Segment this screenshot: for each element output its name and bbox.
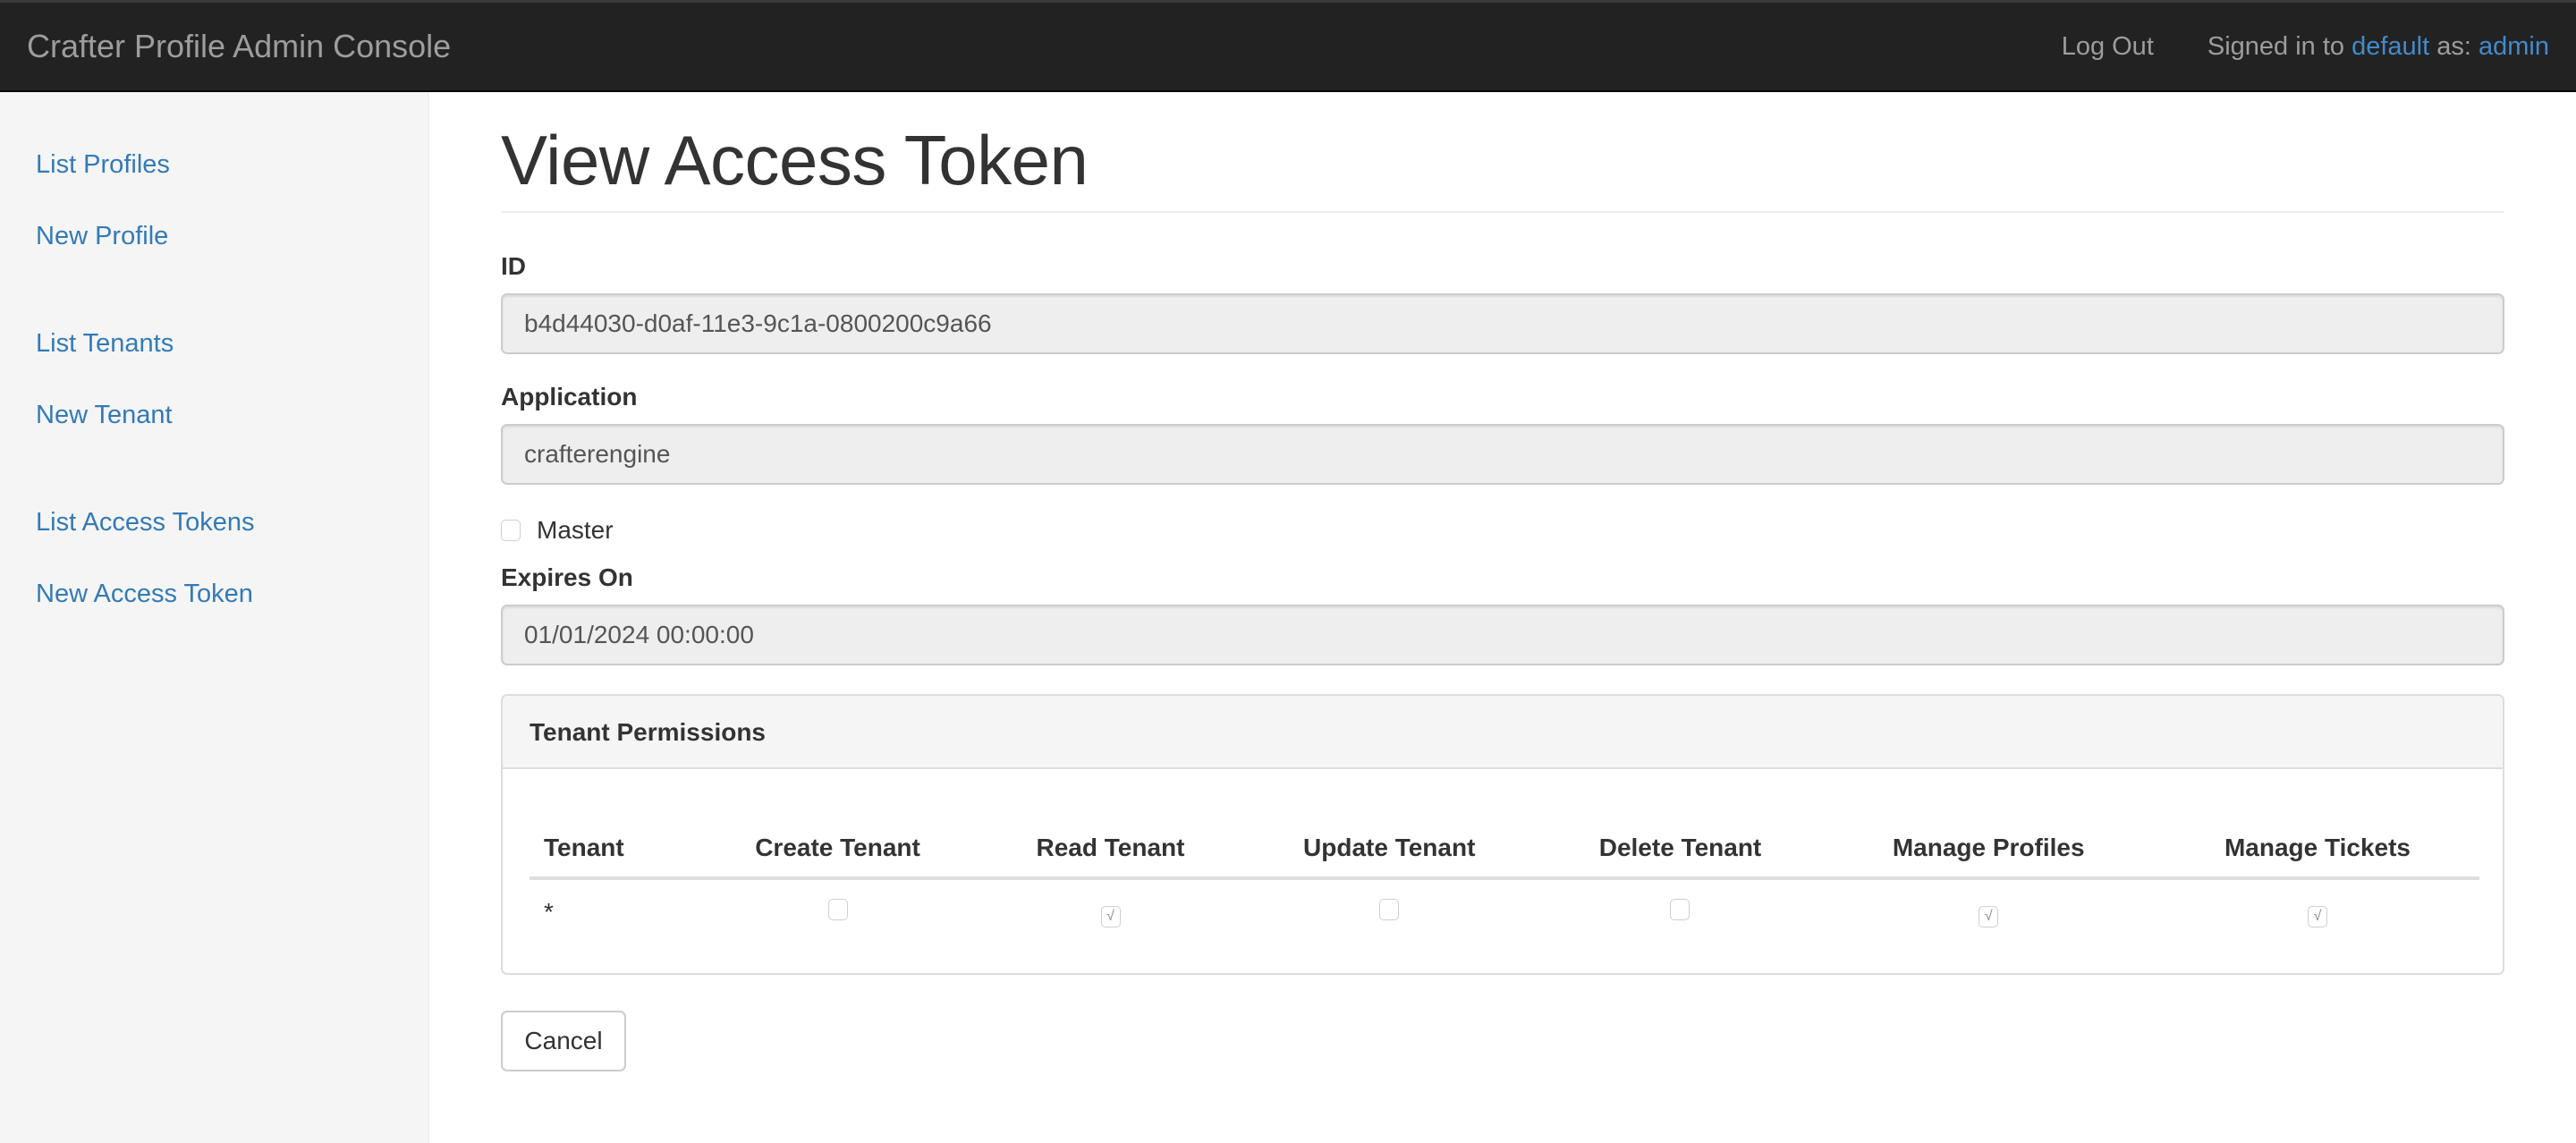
- cancel-button[interactable]: Cancel: [501, 1011, 626, 1071]
- permissions-table: Tenant Create Tenant Read Tenant Update …: [530, 834, 2479, 944]
- tenant-cell: *: [544, 898, 554, 926]
- panel-body: Tenant Create Tenant Read Tenant Update …: [503, 769, 2503, 944]
- col-header-update-tenant: Update Tenant: [1239, 834, 1539, 880]
- expires-on-label: Expires On: [501, 563, 633, 591]
- update-tenant-checkbox[interactable]: [1379, 899, 1400, 920]
- page-title: View Access Token: [501, 121, 1089, 199]
- master-checkbox-row: Master: [501, 515, 2504, 546]
- col-header-delete-tenant: Delete Tenant: [1538, 834, 1822, 880]
- sidebar-group-profiles: List Profiles New Profile: [0, 129, 428, 272]
- brand-title[interactable]: Crafter Profile Admin Console: [27, 3, 451, 90]
- as-text: as:: [2436, 31, 2471, 61]
- sidebar: List Profiles New Profile List Tenants N…: [0, 92, 429, 1143]
- panel-title: Tenant Permissions: [503, 696, 2503, 769]
- navbar-right: Log Out Signed in to default as: admin: [2062, 3, 2549, 90]
- sidebar-item-list-tenants[interactable]: List Tenants: [0, 308, 428, 379]
- top-navbar: Crafter Profile Admin Console Log Out Si…: [0, 0, 2576, 92]
- manage-profiles-checkbox[interactable]: √: [1979, 905, 1999, 927]
- read-tenant-checkbox[interactable]: √: [1100, 905, 1121, 927]
- signed-in-prefix: Signed in to: [2207, 31, 2345, 61]
- id-field[interactable]: b4d44030-d0af-11e3-9c1a-0800200c9a66: [501, 293, 2504, 354]
- sidebar-item-new-access-token[interactable]: New Access Token: [0, 558, 428, 630]
- master-checkbox[interactable]: [501, 520, 521, 541]
- delete-tenant-checkbox[interactable]: [1670, 899, 1690, 920]
- expires-on-field[interactable]: 01/01/2024 00:00:00: [501, 605, 2504, 665]
- col-header-read-tenant: Read Tenant: [981, 834, 1240, 880]
- sidebar-item-list-access-tokens[interactable]: List Access Tokens: [0, 487, 428, 558]
- tenant-permissions-panel: Tenant Permissions Tenant Create Tenant …: [501, 694, 2504, 975]
- signed-in-status: Signed in to default as: admin: [2207, 32, 2549, 62]
- permissions-header-row: Tenant Create Tenant Read Tenant Update …: [530, 834, 2479, 880]
- id-label: ID: [501, 252, 526, 280]
- application-label: Application: [501, 383, 638, 411]
- sidebar-item-new-tenant[interactable]: New Tenant: [0, 379, 428, 451]
- main-content: View Access Token ID b4d44030-d0af-11e3-…: [501, 92, 2504, 1071]
- application-field[interactable]: crafterengine: [501, 424, 2504, 485]
- col-header-create-tenant: Create Tenant: [693, 834, 982, 880]
- user-link[interactable]: admin: [2479, 32, 2549, 61]
- sidebar-group-access-tokens: List Access Tokens New Access Token: [0, 487, 428, 630]
- logout-link[interactable]: Log Out: [2062, 32, 2154, 62]
- tenant-link[interactable]: default: [2351, 32, 2429, 61]
- master-label: Master: [537, 516, 614, 544]
- page-header: View Access Token: [501, 92, 2504, 213]
- sidebar-item-list-profiles[interactable]: List Profiles: [0, 129, 428, 200]
- manage-tickets-checkbox[interactable]: √: [2308, 905, 2327, 927]
- sidebar-item-new-profile[interactable]: New Profile: [0, 200, 428, 272]
- col-header-tenant: Tenant: [530, 834, 694, 880]
- create-tenant-checkbox[interactable]: [827, 899, 848, 920]
- table-row: * √ √ √: [530, 878, 2479, 944]
- sidebar-group-tenants: List Tenants New Tenant: [0, 308, 428, 451]
- col-header-manage-tickets: Manage Tickets: [2156, 834, 2479, 880]
- col-header-manage-profiles: Manage Profiles: [1821, 834, 2156, 880]
